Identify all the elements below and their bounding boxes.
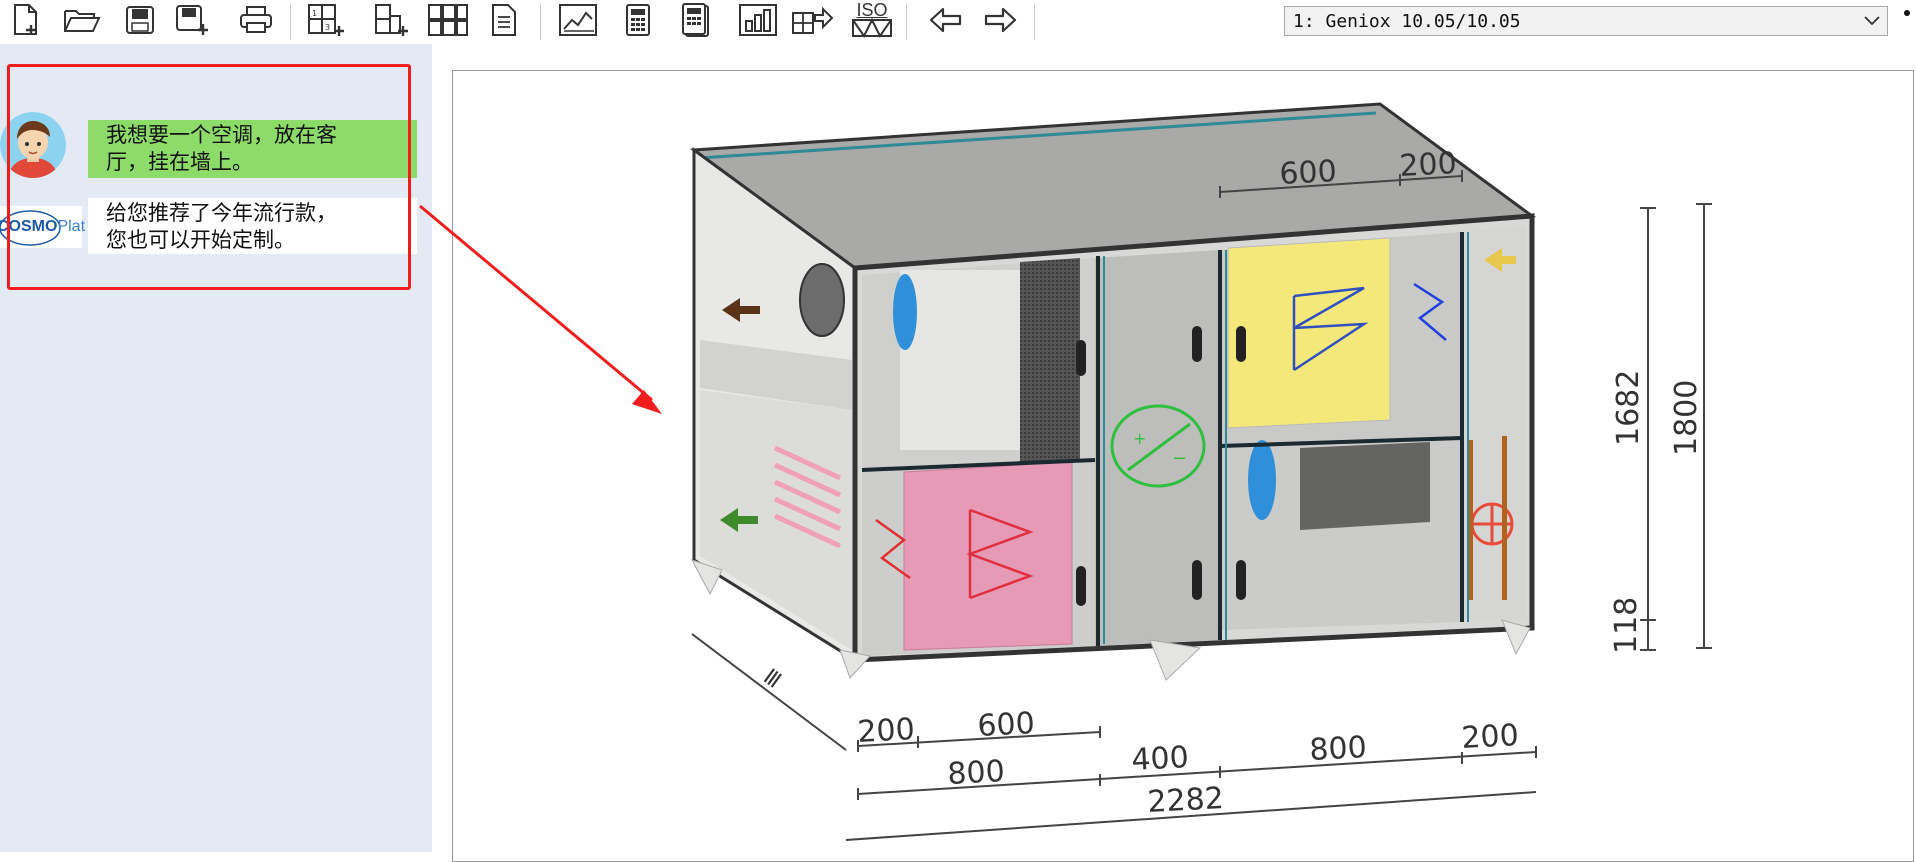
dim-bottom-800-right: 800: [1309, 730, 1368, 768]
dim-bottom-600: 600: [977, 706, 1036, 744]
svg-text:+: +: [1133, 429, 1146, 448]
dim-bottom-400: 400: [1131, 740, 1190, 778]
air-handling-unit: + −: [689, 102, 1537, 681]
dim-height-1682: 1682: [1611, 370, 1646, 446]
dim-top-200: 200: [1399, 146, 1458, 184]
dim-height-118: 118: [1609, 597, 1644, 654]
dim-total-2282: 2282: [1147, 781, 1225, 820]
ahu-drawing: + − 600 200 1682 1800 118 Ⅲ 200 600 800 …: [419, 102, 1712, 841]
dim-bottom-800-left: 800: [947, 754, 1006, 792]
dim-bottom-200-left: 200: [857, 712, 916, 750]
annotation-arrow: [419, 204, 662, 414]
dim-height-1800: 1800: [1669, 380, 1704, 456]
dim-depth: Ⅲ: [758, 665, 785, 694]
svg-text:−: −: [1172, 448, 1187, 469]
dim-top-600: 600: [1279, 154, 1338, 192]
dim-bottom-200-right: 200: [1461, 718, 1520, 756]
